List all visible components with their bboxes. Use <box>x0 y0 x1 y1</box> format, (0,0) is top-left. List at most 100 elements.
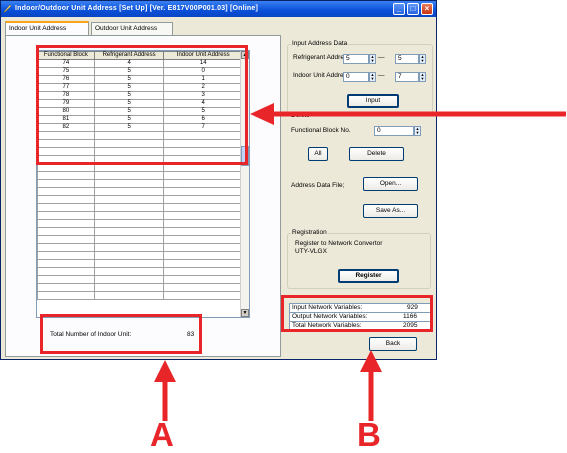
table-cell <box>37 267 95 276</box>
table-cell <box>93 203 165 212</box>
table-row-empty[interactable] <box>37 179 243 188</box>
window-title: Indoor/Outdoor Unit Address [Set Up] [Ve… <box>15 5 259 12</box>
indoor-to-field[interactable]: 7 <box>395 72 419 82</box>
maximize-icon[interactable]: □ <box>407 3 419 15</box>
table-cell <box>163 275 243 284</box>
refrigerant-address-label: Refrigerant Address <box>293 54 351 61</box>
table-cell <box>37 275 95 284</box>
table-cell <box>93 235 165 244</box>
back-button[interactable]: Back <box>369 337 417 351</box>
table-cell <box>93 211 165 220</box>
registration-text-line1: Register to Network Convertor <box>295 240 383 247</box>
table-cell <box>163 195 243 204</box>
table-cell <box>93 283 165 292</box>
table-cell <box>37 227 95 236</box>
table-cell <box>37 203 95 212</box>
registration-text-line2: UTY-VLGX <box>295 248 327 255</box>
registration-group-label: Registration <box>291 229 328 236</box>
table-cell <box>163 187 243 196</box>
table-row-empty[interactable] <box>37 211 243 220</box>
table-cell <box>163 211 243 220</box>
callout-b-label: B <box>357 416 381 453</box>
table-row-empty[interactable] <box>37 219 243 228</box>
refrigerant-from-field[interactable]: 5 <box>343 54 369 64</box>
table-cell <box>37 179 95 188</box>
close-icon[interactable]: × <box>421 3 433 15</box>
table-cell <box>163 203 243 212</box>
table-cell <box>37 187 95 196</box>
tab-indoor-unit-address[interactable]: Indoor Unit Address <box>5 21 89 35</box>
table-cell <box>163 235 243 244</box>
table-row-empty[interactable] <box>37 267 243 276</box>
spin-arrow-icon[interactable]: ▲ ▼ <box>419 72 426 82</box>
table-cell <box>163 171 243 180</box>
minimize-icon[interactable]: _ <box>393 3 405 15</box>
callout-b-highlight-box <box>281 295 433 332</box>
table-cell <box>93 171 165 180</box>
app-icon <box>3 4 12 13</box>
table-cell <box>37 243 95 252</box>
save-as-button[interactable]: Save As... <box>363 204 418 218</box>
table-cell <box>163 267 243 276</box>
table-cell <box>163 243 243 252</box>
indoor-unit-address-label: Indoor Unit Address <box>293 72 351 79</box>
register-button[interactable]: Register <box>338 269 399 283</box>
table-cell <box>93 187 165 196</box>
table-cell <box>93 227 165 236</box>
table-cell <box>93 195 165 204</box>
table-row-empty[interactable] <box>37 291 243 300</box>
refrigerant-to-field[interactable]: 5 <box>395 54 419 64</box>
callout-a-label: A <box>150 416 174 453</box>
table-cell <box>93 219 165 228</box>
indoor-from-field[interactable]: 0 <box>343 72 369 82</box>
pointer-arrow-icon <box>250 103 566 125</box>
range-dash: — <box>378 72 385 79</box>
table-cell <box>37 235 95 244</box>
table-cell <box>93 243 165 252</box>
table-cell <box>163 283 243 292</box>
all-button[interactable]: All <box>308 147 328 161</box>
tab-outdoor-unit-address[interactable]: Outdoor Unit Address <box>91 22 173 35</box>
table-cell <box>37 171 95 180</box>
table-row-empty[interactable] <box>37 203 243 212</box>
range-dash: — <box>378 54 385 61</box>
spin-arrow-icon[interactable]: ▲ ▼ <box>369 54 376 64</box>
open-button[interactable]: Open... <box>363 177 418 191</box>
table-row-empty[interactable] <box>37 259 243 268</box>
delete-button[interactable]: Delete <box>349 147 404 161</box>
table-cell <box>93 267 165 276</box>
table-cell <box>37 219 95 228</box>
table-cell <box>163 291 243 300</box>
table-cell <box>163 227 243 236</box>
address-data-file-label: Address Data File; <box>291 182 345 189</box>
table-row-empty[interactable] <box>37 275 243 284</box>
grid-highlight-box <box>36 45 248 165</box>
spin-arrow-icon[interactable]: ▲ ▼ <box>419 54 426 64</box>
table-cell <box>163 219 243 228</box>
table-row-empty[interactable] <box>37 243 243 252</box>
callout-a-arrow-icon <box>154 360 176 421</box>
title-bar[interactable]: Indoor/Outdoor Unit Address [Set Up] [Ve… <box>1 1 436 17</box>
table-cell <box>37 211 95 220</box>
table-cell <box>163 251 243 260</box>
table-row-empty[interactable] <box>37 171 243 180</box>
callout-a-highlight-box <box>40 314 202 354</box>
scroll-arrow-icon[interactable]: ▼ <box>241 309 249 317</box>
table-cell <box>163 179 243 188</box>
spin-arrow-icon[interactable]: ▲ ▼ <box>369 72 376 82</box>
table-row-empty[interactable] <box>37 235 243 244</box>
table-row-empty[interactable] <box>37 227 243 236</box>
table-cell <box>93 251 165 260</box>
table-cell <box>93 179 165 188</box>
table-cell <box>37 259 95 268</box>
table-row-empty[interactable] <box>37 283 243 292</box>
table-cell <box>37 291 95 300</box>
input-address-group-label: Input Address Data <box>291 40 349 47</box>
table-row-empty[interactable] <box>37 251 243 260</box>
table-cell <box>37 251 95 260</box>
table-cell <box>93 275 165 284</box>
table-cell <box>163 259 243 268</box>
table-cell <box>37 195 95 204</box>
table-row-empty[interactable] <box>37 187 243 196</box>
table-row-empty[interactable] <box>37 195 243 204</box>
